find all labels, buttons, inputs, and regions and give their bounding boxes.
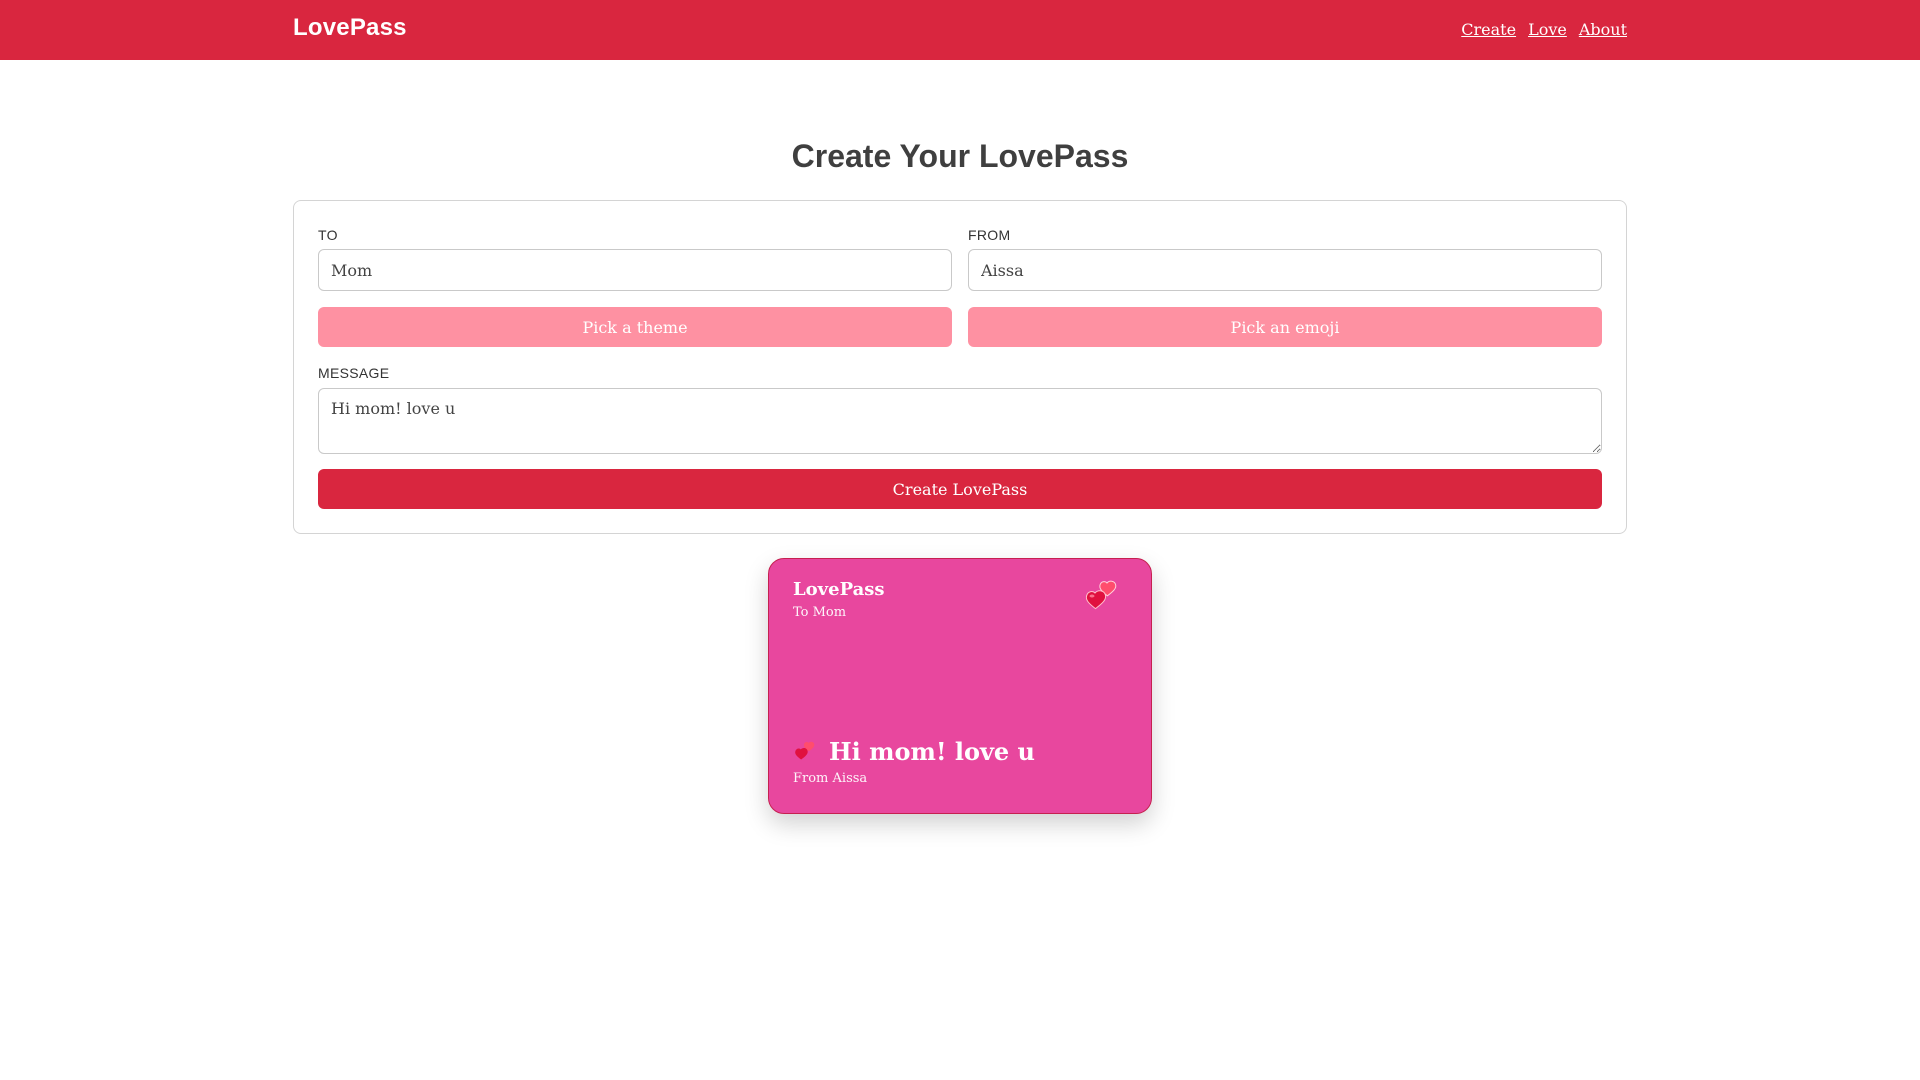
- top-navbar: LovePass Create Love About: [0, 0, 1920, 60]
- message-label: MESSAGE: [318, 365, 390, 381]
- brand-logo[interactable]: LovePass: [293, 14, 407, 42]
- main-nav: Create Love About: [1461, 20, 1627, 39]
- card-to-line: To Mom: [793, 605, 847, 620]
- card-from-line: From Aissa: [793, 771, 868, 786]
- nav-link-create[interactable]: Create: [1461, 20, 1516, 39]
- from-input[interactable]: [968, 249, 1602, 291]
- to-label: TO: [318, 227, 338, 243]
- pick-theme-button[interactable]: Pick a theme: [318, 307, 952, 347]
- card-message-row: Hi mom! love u: [793, 737, 1035, 766]
- create-form-panel: TO FROM Pick a theme Pick an emoji MESSA…: [293, 200, 1627, 534]
- create-lovepass-button[interactable]: Create LovePass: [318, 469, 1602, 509]
- card-brand: LovePass: [793, 579, 885, 600]
- pick-emoji-button[interactable]: Pick an emoji: [968, 307, 1602, 347]
- to-input[interactable]: [318, 249, 952, 291]
- nav-link-love[interactable]: Love: [1528, 20, 1567, 39]
- card-message: Hi mom! love u: [829, 737, 1035, 766]
- message-textarea[interactable]: Hi mom! love u: [318, 388, 1602, 454]
- lovepass-preview-card: LovePass To Mom Hi mom! love u From Aiss…: [768, 558, 1152, 814]
- two-hearts-icon: [795, 741, 815, 760]
- nav-link-about[interactable]: About: [1579, 20, 1627, 39]
- page-title: Create Your LovePass: [791, 138, 1129, 174]
- two-hearts-icon: [1085, 580, 1117, 610]
- from-label: FROM: [968, 227, 1011, 243]
